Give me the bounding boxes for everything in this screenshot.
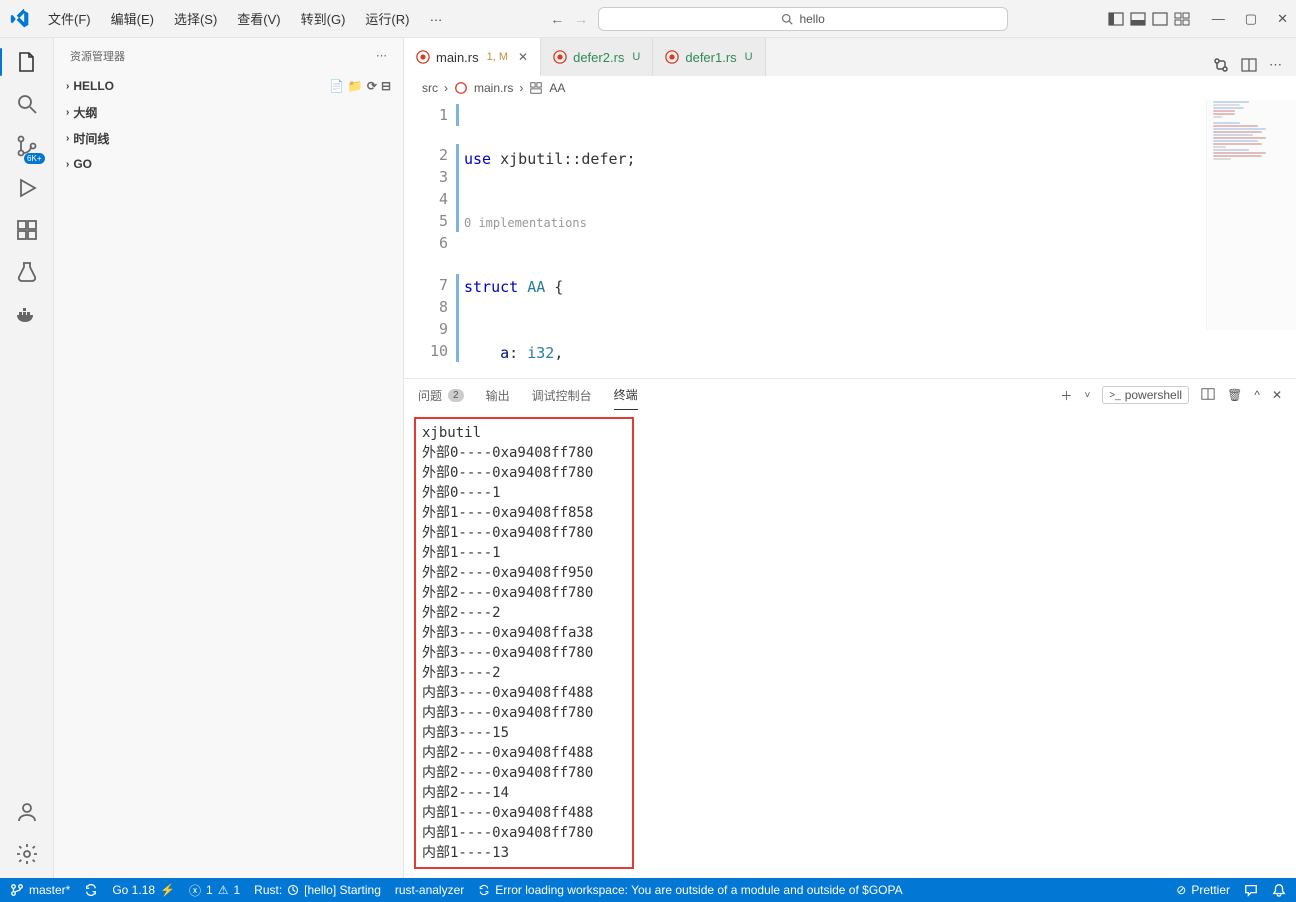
run-debug-icon[interactable] [13, 174, 41, 202]
kill-terminal-icon[interactable]: 🗑 [1227, 388, 1242, 402]
sidebar-more-icon[interactable]: ⋯ [376, 49, 387, 62]
rust-status[interactable]: Rust:[hello] Starting [254, 883, 381, 897]
compare-changes-icon[interactable] [1213, 57, 1229, 76]
codelens-implementations[interactable]: 0 implementations [464, 214, 1296, 232]
layout-controls [1108, 11, 1190, 27]
menu-edit[interactable]: 编辑(E) [103, 5, 162, 32]
nav-back-icon[interactable]: ← [550, 11, 564, 27]
code-editor[interactable]: 12345678910 use xjbutil::defer; 0 implem… [404, 100, 1296, 378]
more-actions-icon[interactable]: ⋯ [1269, 57, 1282, 76]
layout-sidebar-right-icon[interactable] [1152, 11, 1168, 27]
close-button[interactable]: ✕ [1277, 11, 1288, 27]
search-icon [781, 13, 793, 25]
go-section[interactable]: ›GO [54, 151, 403, 177]
menu-run[interactable]: 运行(R) [357, 5, 417, 32]
terminal-tab[interactable]: 终端 [614, 380, 638, 410]
new-terminal-icon[interactable]: ＋ [1060, 387, 1072, 404]
rust-file-icon [454, 81, 468, 95]
vscode-logo-icon [10, 9, 30, 29]
close-panel-icon[interactable]: ✕ [1272, 388, 1282, 402]
title-bar: 文件(F) 编辑(E) 选择(S) 查看(V) 转到(G) 运行(R) … ← … [0, 0, 1296, 38]
menu-selection[interactable]: 选择(S) [166, 5, 225, 32]
nav-forward-icon[interactable]: → [574, 11, 588, 27]
layout-customize-icon[interactable] [1174, 11, 1190, 27]
split-editor-icon[interactable] [1241, 57, 1257, 76]
tab-defer1-rs[interactable]: defer1.rs U [653, 38, 765, 76]
sync-changes[interactable] [84, 883, 98, 897]
minimize-button[interactable]: — [1212, 11, 1225, 27]
testing-icon[interactable] [13, 258, 41, 286]
breadcrumb[interactable]: src› main.rs› AA [404, 76, 1296, 100]
rust-file-icon [553, 50, 567, 64]
timeline-section[interactable]: ›时间线 [54, 125, 403, 151]
collapse-icon[interactable]: ⊟ [381, 79, 391, 93]
bottom-panel: 问题2 输出 调试控制台 终端 ＋ ˅ >_powershell 🗑 ^ ✕ x… [404, 378, 1296, 878]
prettier-status[interactable]: ⊘Prettier [1176, 883, 1230, 897]
explorer-icon[interactable] [13, 48, 41, 76]
feedback-icon[interactable] [1244, 883, 1258, 897]
menu-more[interactable]: … [421, 5, 450, 32]
menu-file[interactable]: 文件(F) [40, 5, 99, 32]
terminal-profile[interactable]: >_powershell [1102, 386, 1189, 404]
maximize-panel-icon[interactable]: ^ [1254, 388, 1260, 402]
output-tab[interactable]: 输出 [486, 381, 510, 410]
tab-defer2-rs[interactable]: defer2.rs U [541, 38, 653, 76]
source-control-icon[interactable]: 6K+ [13, 132, 41, 160]
symbol-struct-icon [529, 81, 543, 95]
git-branch[interactable]: master* [10, 883, 70, 897]
menu-view[interactable]: 查看(V) [229, 5, 288, 32]
problems-tab[interactable]: 问题2 [418, 381, 464, 410]
docker-icon[interactable] [13, 300, 41, 328]
tab-main-rs[interactable]: main.rs 1, M ✕ [404, 38, 541, 76]
sidebar-title: 资源管理器 [70, 48, 125, 64]
terminal-content[interactable]: xjbutil外部0----0xa9408ff780外部0----0xa9408… [404, 411, 1296, 878]
workspace-error[interactable]: Error loading workspace: You are outside… [478, 883, 902, 897]
terminal-dropdown-icon[interactable]: ˅ [1084, 390, 1090, 401]
layout-sidebar-left-icon[interactable] [1108, 11, 1124, 27]
outline-section[interactable]: ›大纲 [54, 99, 403, 125]
minimap[interactable] [1206, 100, 1296, 330]
debug-console-tab[interactable]: 调试控制台 [532, 381, 592, 410]
maximize-button[interactable]: ▢ [1245, 11, 1257, 27]
search-text: hello [799, 12, 824, 26]
rust-file-icon [416, 50, 430, 64]
explorer-sidebar: 资源管理器 ⋯ ›HELLO📄📁⟳⊟ ›大纲 ›时间线 ›GO [54, 38, 404, 878]
scm-badge: 6K+ [24, 153, 44, 164]
problems-status[interactable]: ⓧ1⚠1 [189, 882, 240, 899]
notifications-icon[interactable] [1272, 883, 1286, 897]
settings-gear-icon[interactable] [13, 840, 41, 868]
refresh-icon[interactable]: ⟳ [367, 79, 377, 93]
new-file-icon[interactable]: 📄 [329, 79, 344, 93]
activity-bar: 6K+ [0, 38, 54, 878]
menu-go[interactable]: 转到(G) [293, 5, 354, 32]
search-activity-icon[interactable] [13, 90, 41, 118]
layout-panel-icon[interactable] [1130, 11, 1146, 27]
rust-analyzer-status[interactable]: rust-analyzer [395, 883, 464, 897]
split-terminal-icon[interactable] [1201, 387, 1215, 404]
editor-tabs: main.rs 1, M ✕ defer2.rs U defer1.rs U ⋯ [404, 38, 1296, 76]
status-bar: master* Go 1.18⚡ ⓧ1⚠1 Rust:[hello] Start… [0, 878, 1296, 902]
new-folder-icon[interactable]: 📁 [348, 79, 363, 93]
close-tab-icon[interactable]: ✕ [518, 50, 528, 64]
menu-bar: 文件(F) 编辑(E) 选择(S) 查看(V) 转到(G) 运行(R) … [40, 5, 450, 32]
go-version[interactable]: Go 1.18⚡ [112, 883, 175, 897]
extensions-icon[interactable] [13, 216, 41, 244]
accounts-icon[interactable] [13, 798, 41, 826]
folder-hello[interactable]: ›HELLO📄📁⟳⊟ [54, 73, 403, 99]
line-numbers: 12345678910 [404, 100, 456, 378]
rust-file-icon [665, 50, 679, 64]
command-center[interactable]: hello [598, 7, 1008, 31]
